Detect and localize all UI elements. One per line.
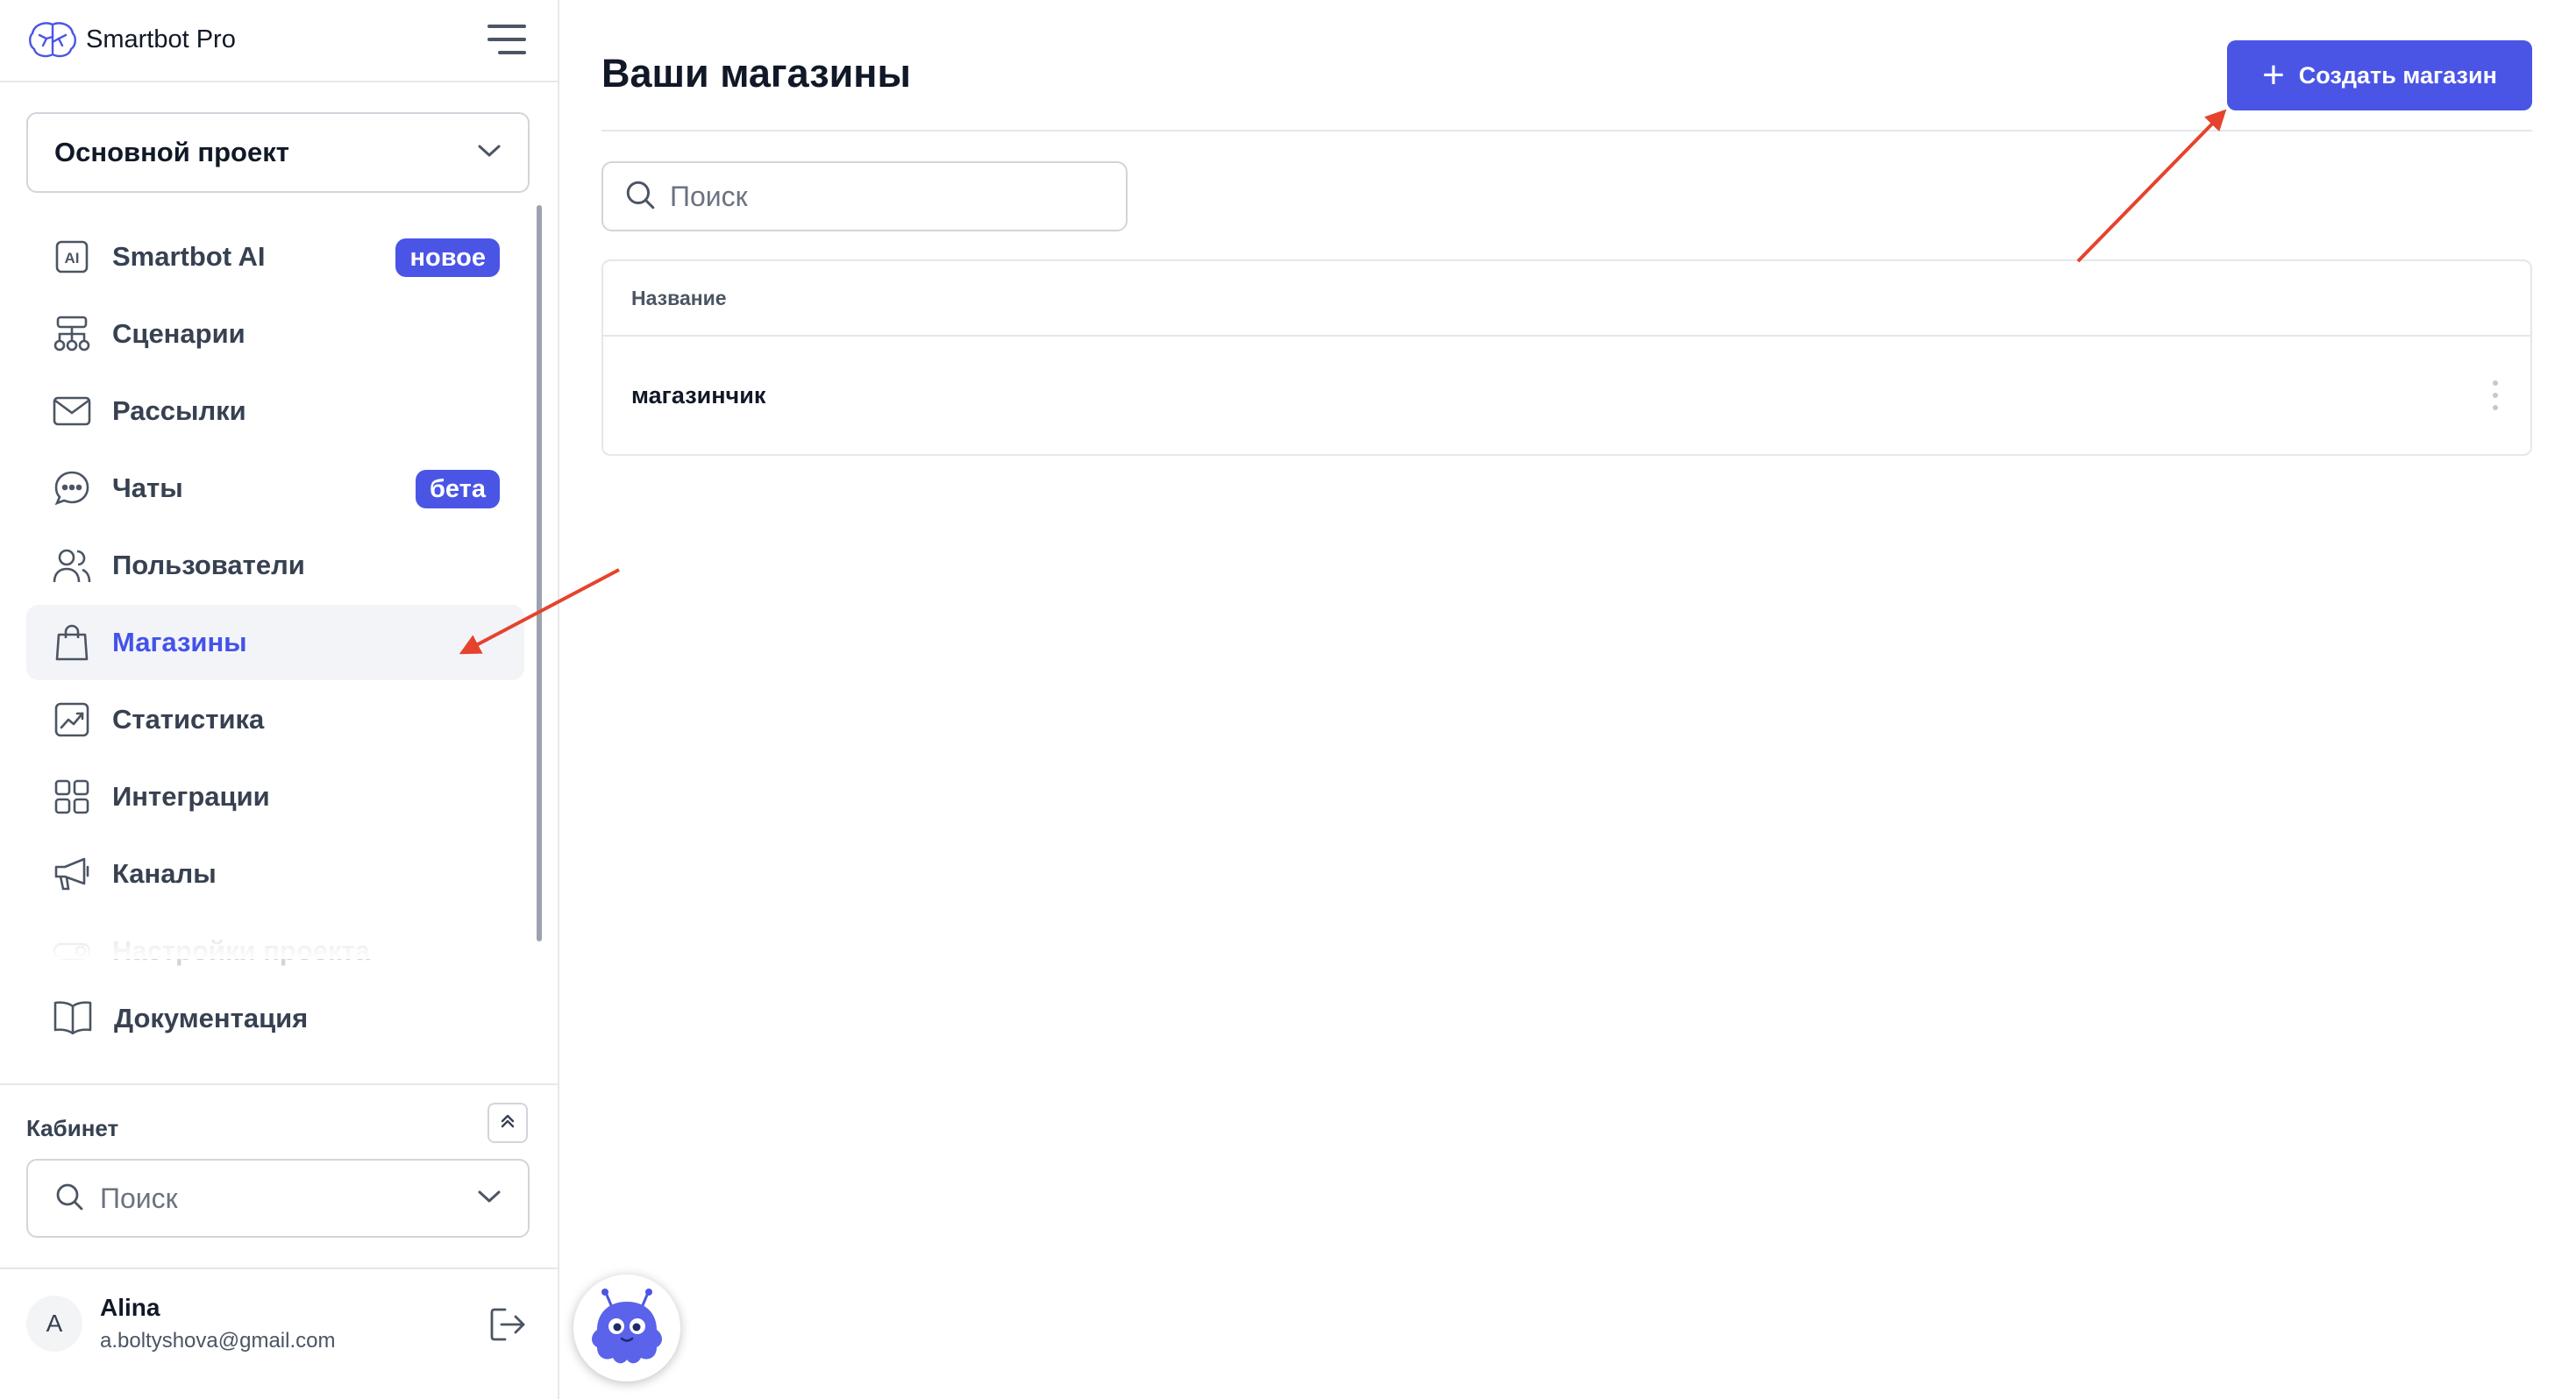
brand[interactable]: Smartbot Pro [26,18,236,61]
bot-assistant-button[interactable] [573,1275,680,1381]
documentation-link[interactable]: Документация [53,982,308,1055]
grid-icon [53,778,91,816]
project-select-label: Основной проект [54,137,289,167]
bot-mascot-icon [592,1289,662,1364]
sidebar-item-shops[interactable]: Магазины [26,605,524,680]
chevrons-up-icon [498,1111,517,1135]
sidebar-item-mailings[interactable]: Рассылки [26,373,524,449]
beta-badge: бета [416,470,500,508]
sidebar-item-smartbot-ai[interactable]: AI Smartbot AI новое [26,219,524,295]
shopping-bag-icon [53,623,91,662]
megaphone-icon [53,855,91,893]
sidebar-item-label: Пользователи [112,550,305,580]
sidebar-item-label: Рассылки [112,395,246,426]
logout-icon[interactable] [487,1304,528,1345]
sidebar-item-label: Чаты [112,472,183,503]
sidebar-item-label: Интеграции [112,781,270,812]
annotation-arrow-to-create-button [2076,109,2227,263]
sidebar-scrollbar[interactable] [537,205,542,941]
divider [0,1083,558,1085]
mail-icon [53,392,91,430]
column-header-name[interactable]: Название [603,261,2530,337]
book-icon [53,999,93,1039]
scenarios-icon [53,315,91,353]
sidebar-item-users[interactable]: Пользователи [26,528,524,603]
chevron-down-icon [477,143,502,163]
cabinet-search-placeholder: Поиск [100,1182,178,1214]
cabinet-search-select[interactable]: Поиск [26,1159,530,1238]
sidebar-item-label: Каналы [112,858,217,889]
shop-name-cell[interactable]: магазинчик [631,382,765,409]
collapse-button[interactable] [487,1103,528,1143]
brain-logo-icon [26,18,79,61]
sidebar-item-label: Smartbot AI [112,241,266,272]
ai-icon: AI [53,238,91,276]
brand-name: Smartbot Pro [86,25,236,53]
search-input[interactable]: Поиск [601,161,1128,231]
sidebar-item-statistics[interactable]: Статистика [26,682,524,757]
search-icon [54,1182,84,1216]
search-icon [624,179,656,215]
divider [0,1268,558,1269]
plus-icon: + [2262,53,2285,96]
sidebar-nav: AI Smartbot AI новое Сценарии Рассылки Ч… [26,219,524,991]
sidebar-item-scenarios[interactable]: Сценарии [26,296,524,372]
new-badge: новое [395,238,500,277]
cabinet-label: Кабинет [26,1115,119,1141]
project-select[interactable]: Основной проект [26,112,530,193]
sidebar-item-label: Сценарии [112,318,246,349]
sidebar-item-channels[interactable]: Каналы [26,836,524,912]
search-placeholder: Поиск [670,180,748,212]
more-options-icon[interactable] [2492,380,2499,410]
shops-table: Название магазинчик [601,259,2532,456]
divider [0,81,558,82]
documentation-label: Документация [114,1003,309,1033]
create-shop-label: Создать магазин [2298,61,2497,89]
menu-toggle-icon[interactable] [487,25,528,54]
sidebar-item-label: Статистика [112,704,265,735]
sidebar-item-chats[interactable]: Чаты бета [26,451,524,526]
chart-icon [53,700,91,739]
divider [601,130,2532,131]
user-name: Alina [100,1294,160,1321]
sidebar-item-label: Магазины [112,627,247,657]
chat-icon [53,469,91,508]
table-row[interactable]: магазинчик [603,337,2530,454]
user-email: a.boltyshova@gmail.com [100,1329,336,1353]
sidebar: Smartbot Pro Основной проект AI Smartbot… [0,0,559,1399]
sidebar-item-integrations[interactable]: Интеграции [26,759,524,834]
avatar[interactable]: A [26,1296,82,1352]
page-title: Ваши магазины [601,51,911,96]
chevron-down-icon [477,1189,502,1209]
scroll-fade [26,920,533,959]
users-icon [53,546,91,585]
create-shop-button[interactable]: + Создать магазин [2227,40,2532,110]
svg-text:AI: AI [65,250,80,266]
